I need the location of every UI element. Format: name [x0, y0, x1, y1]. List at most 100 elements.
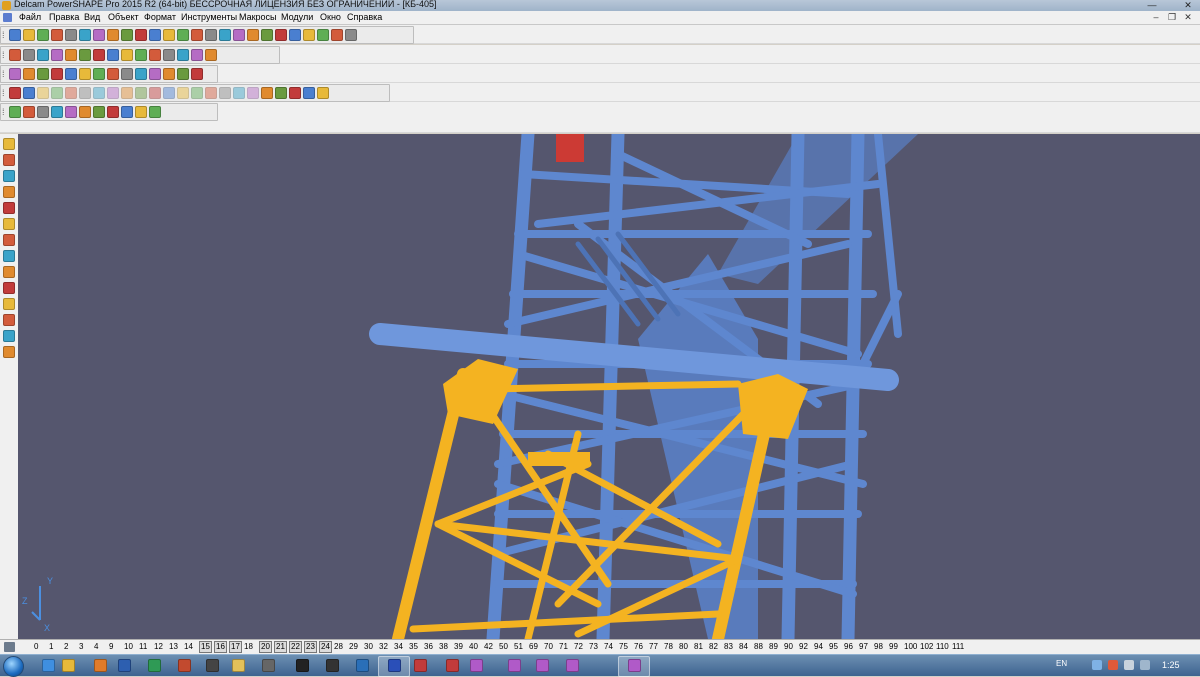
replace-icon[interactable]	[261, 87, 273, 99]
sweep-icon[interactable]	[51, 87, 63, 99]
save-app-icon[interactable]	[388, 659, 401, 672]
unity-icon[interactable]	[296, 659, 309, 672]
circle-icon[interactable]	[247, 29, 259, 41]
section-icon[interactable]	[23, 106, 35, 118]
level-32[interactable]: 32	[379, 642, 388, 652]
shaded-icon[interactable]	[37, 49, 49, 61]
new-icon[interactable]	[9, 29, 21, 41]
dim-tool-icon[interactable]	[3, 250, 15, 262]
material-icon[interactable]	[177, 49, 189, 61]
shade-icon[interactable]	[163, 49, 175, 61]
level-17[interactable]: 17	[229, 641, 242, 653]
shell-icon[interactable]	[107, 87, 119, 99]
zoom-all-icon[interactable]	[135, 49, 147, 61]
minimize-button[interactable]: —	[1142, 0, 1162, 10]
symbol-tool-icon[interactable]	[3, 282, 15, 294]
ie-icon[interactable]	[42, 659, 55, 672]
level-39[interactable]: 39	[454, 642, 463, 652]
model-icon[interactable]	[37, 68, 49, 80]
move-icon[interactable]	[163, 68, 175, 80]
level-36[interactable]: 36	[424, 642, 433, 652]
tray-flag-icon[interactable]	[1140, 660, 1150, 670]
paint-icon[interactable]	[135, 106, 147, 118]
measure-icon[interactable]	[191, 29, 203, 41]
level-18[interactable]: 18	[244, 642, 253, 652]
level-69[interactable]: 69	[529, 642, 538, 652]
fillet-icon[interactable]	[79, 87, 91, 99]
draft-icon[interactable]	[135, 87, 147, 99]
attach-icon[interactable]	[275, 87, 287, 99]
sphere-red-icon[interactable]	[65, 68, 77, 80]
level-99[interactable]: 99	[889, 642, 898, 652]
autocad-icon[interactable]	[446, 659, 459, 672]
level-28[interactable]: 28	[334, 642, 343, 652]
level-51[interactable]: 51	[514, 642, 523, 652]
language-indicator[interactable]: EN	[1056, 659, 1067, 668]
powershape-icon-2[interactable]	[508, 659, 521, 672]
toolbar-grip[interactable]: ⁞	[2, 48, 7, 62]
iso-view-icon[interactable]	[23, 49, 35, 61]
level-3[interactable]: 3	[79, 642, 83, 652]
level-2[interactable]: 2	[64, 642, 68, 652]
excel-icon[interactable]	[148, 659, 161, 672]
graphics-viewport[interactable]: Y Z X	[18, 134, 1200, 639]
dimension-icon[interactable]	[289, 29, 301, 41]
remove-icon[interactable]	[247, 87, 259, 99]
history-icon[interactable]	[303, 87, 315, 99]
level-35[interactable]: 35	[409, 642, 418, 652]
cube-icon[interactable]	[121, 68, 133, 80]
zoom-icon[interactable]	[79, 49, 91, 61]
level-84[interactable]: 84	[739, 642, 748, 652]
cut-icon[interactable]	[93, 29, 105, 41]
mdi-minimize-button[interactable]: –	[1150, 12, 1162, 23]
level-4[interactable]: 4	[94, 642, 98, 652]
toolbar-grip[interactable]: ⁞	[2, 86, 7, 100]
level-96[interactable]: 96	[844, 642, 853, 652]
powershape-active-icon[interactable]	[628, 659, 641, 672]
undo-icon[interactable]	[163, 29, 175, 41]
menu-window[interactable]: Окно	[320, 11, 341, 24]
solid-tool-icon[interactable]	[3, 234, 15, 246]
block-icon[interactable]	[107, 68, 119, 80]
sphere-green-icon[interactable]	[51, 68, 63, 80]
level-92[interactable]: 92	[799, 642, 808, 652]
chamfer-icon[interactable]	[93, 87, 105, 99]
level-14[interactable]: 14	[184, 642, 193, 652]
clock[interactable]: 1:25	[1162, 660, 1180, 670]
level-40[interactable]: 40	[469, 642, 478, 652]
revolve-icon[interactable]	[37, 87, 49, 99]
levels-icon[interactable]	[4, 642, 15, 652]
powerpoint-icon[interactable]	[178, 659, 191, 672]
delete-icon[interactable]	[135, 29, 147, 41]
open-folder-icon[interactable]	[37, 29, 49, 41]
surface-tool-icon[interactable]	[3, 218, 15, 230]
surface-icon[interactable]	[303, 29, 315, 41]
doc-icon[interactable]	[23, 68, 35, 80]
toolbar-grip[interactable]: ⁞	[2, 67, 7, 81]
photoshop-icon[interactable]	[356, 659, 369, 672]
assembly-icon[interactable]	[331, 29, 343, 41]
line-tool-icon[interactable]	[3, 170, 15, 182]
level-78[interactable]: 78	[664, 642, 673, 652]
level-11[interactable]: 11	[139, 642, 147, 652]
solid-box-icon[interactable]	[9, 87, 21, 99]
app-icon[interactable]	[262, 659, 275, 672]
print-icon[interactable]	[65, 29, 77, 41]
wireframe-icon[interactable]	[65, 49, 77, 61]
level-10[interactable]: 10	[124, 642, 133, 652]
clearance-icon[interactable]	[65, 106, 77, 118]
rotate-icon[interactable]	[177, 68, 189, 80]
print-preview-icon[interactable]	[79, 29, 91, 41]
globe-icon[interactable]	[149, 49, 161, 61]
media-icon[interactable]	[206, 659, 219, 672]
render-icon[interactable]	[149, 106, 161, 118]
level-97[interactable]: 97	[859, 642, 868, 652]
level-20[interactable]: 20	[259, 641, 272, 653]
assembly-tool-icon[interactable]	[3, 346, 15, 358]
level-23[interactable]: 23	[304, 641, 317, 653]
mesh-tool-icon[interactable]	[3, 266, 15, 278]
menu-object[interactable]: Объект	[108, 11, 139, 24]
analysis-icon[interactable]	[9, 106, 21, 118]
terminal-icon[interactable]	[326, 659, 339, 672]
level-38[interactable]: 38	[439, 642, 448, 652]
